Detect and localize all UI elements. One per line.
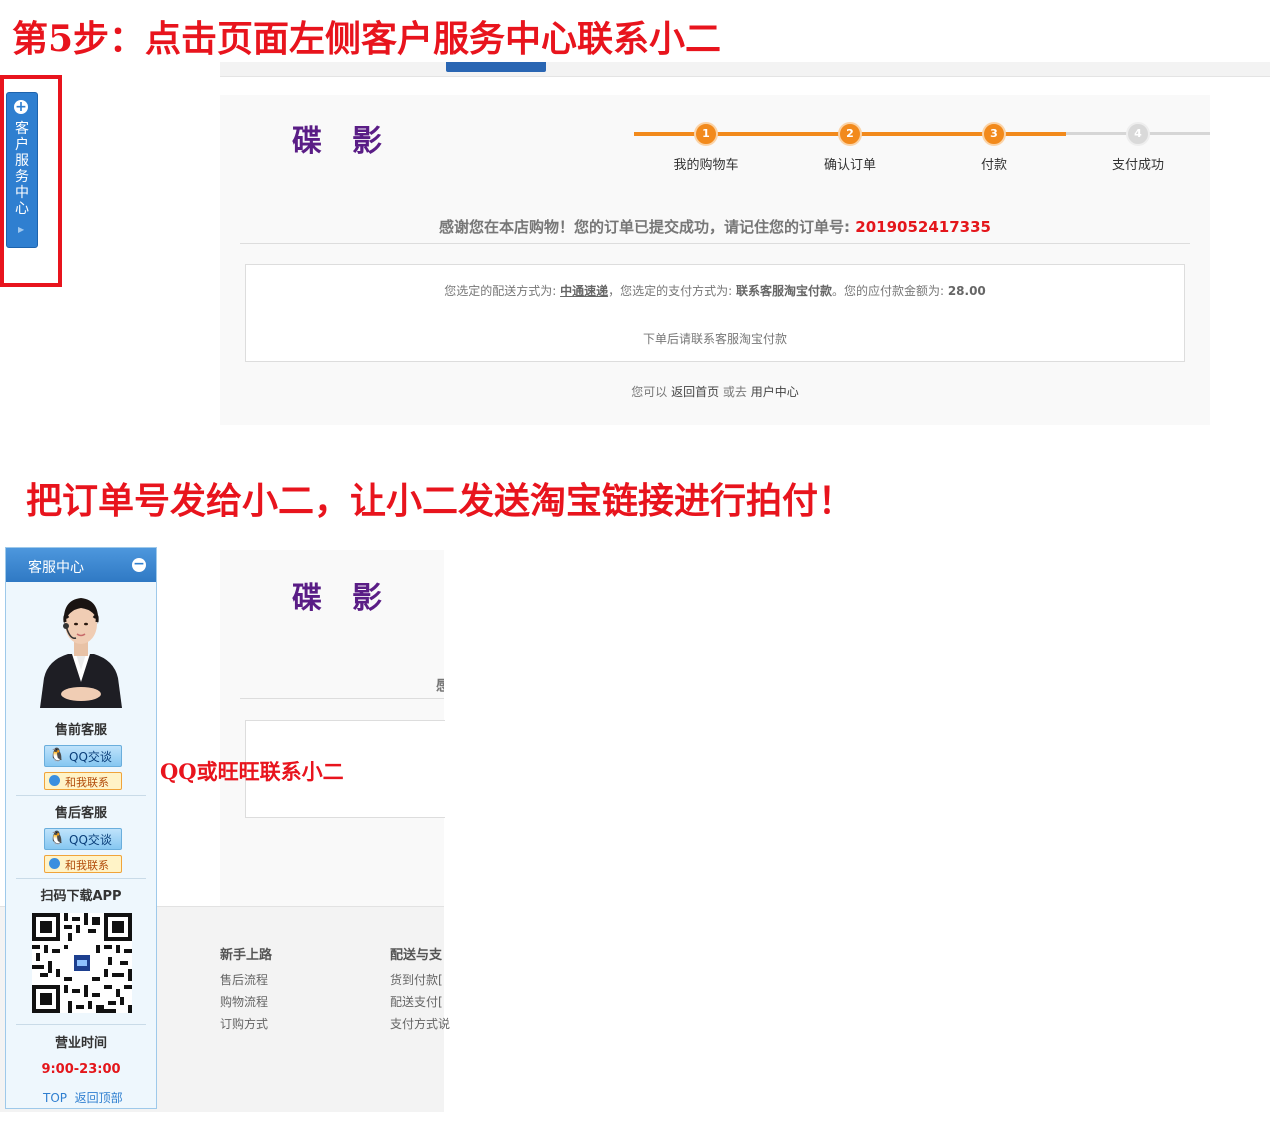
separator bbox=[16, 878, 146, 879]
presale-wangwang-button[interactable]: 和我联系 bbox=[44, 772, 122, 790]
home-link[interactable]: 返回首页 bbox=[671, 385, 719, 399]
step-1-label: 我的购物车 bbox=[673, 158, 739, 173]
presale-title: 售前客服 bbox=[54, 723, 107, 738]
top-toolbar bbox=[220, 62, 1270, 77]
qq-button-label: QQ交谈 bbox=[69, 750, 112, 764]
separator bbox=[16, 795, 146, 796]
return-links: 您可以 返回首页 或去 用户中心 bbox=[240, 383, 1190, 400]
step-1-dot: 1 bbox=[694, 122, 718, 146]
agent-avatar bbox=[40, 598, 122, 708]
highlight-box bbox=[0, 75, 62, 287]
return-prefix: 您可以 bbox=[631, 385, 672, 399]
order-details-line: 您选定的配送方式为: 中通速递，您选定的支付方式为: 联系客服淘宝付款。您的应付… bbox=[246, 282, 1184, 299]
minus-circle-icon[interactable]: − bbox=[132, 557, 146, 572]
app-download-title: 扫码下载APP bbox=[40, 889, 122, 904]
qr-code-icon bbox=[32, 913, 132, 1013]
order-number: 2019052417335 bbox=[855, 218, 991, 236]
user-center-link[interactable]: 用户中心 bbox=[751, 385, 799, 399]
site-logo-2[interactable]: 碟影 bbox=[292, 573, 412, 617]
footer-link[interactable]: 货到付款[ bbox=[390, 971, 443, 988]
payment-note: 下单后请联系客服淘宝付款 bbox=[642, 332, 787, 346]
step5-heading: 第5步：点击页面左侧客户服务中心联系小二 bbox=[12, 18, 722, 60]
aftersale-qq-button[interactable]: 🐧 QQ交谈 bbox=[44, 828, 122, 850]
qq-penguin-icon: 🐧 bbox=[49, 748, 66, 763]
qq-annotation: QQ或旺旺联系小二 bbox=[160, 759, 344, 784]
shipping-method: 中通速递 bbox=[560, 284, 609, 298]
customer-service-panel: 客服中心 − 售前客服 🐧 QQ交谈 和我联系 售后客服 🐧 QQ交谈 和我联系 bbox=[5, 547, 157, 1109]
step-3-dot: 3 bbox=[982, 122, 1006, 146]
aftersale-title: 售后客服 bbox=[54, 806, 107, 821]
footer-link[interactable]: 配送支付[ bbox=[390, 993, 443, 1010]
step-3-label: 付款 bbox=[980, 158, 1008, 173]
footer-link[interactable]: 订购方式 bbox=[220, 1015, 268, 1032]
top-label: TOP bbox=[43, 1091, 68, 1105]
step-2-dot: 2 bbox=[838, 122, 862, 146]
back-to-top-link[interactable]: TOP 返回顶部 bbox=[43, 1089, 123, 1106]
divider bbox=[240, 243, 1190, 244]
business-hours: 9:00-23:00 bbox=[41, 1062, 121, 1077]
top-link[interactable] bbox=[556, 60, 560, 72]
order-info-box: 您选定的配送方式为: 中通速递，您选定的支付方式为: 联系客服淘宝付款。您的应付… bbox=[245, 264, 1185, 362]
step-4-dot: 4 bbox=[1126, 122, 1150, 146]
aftersale-wangwang-button[interactable]: 和我联系 bbox=[44, 855, 122, 873]
divider-2 bbox=[240, 698, 444, 699]
thanks-text: 感谢您在本店购物！您的订单已提交成功，请记住您的订单号: bbox=[439, 218, 856, 236]
shipping-prefix: 您选定的配送方式为: bbox=[444, 284, 561, 298]
footer-link[interactable]: 购物流程 bbox=[220, 993, 268, 1010]
footer-link[interactable]: 支付方式说 bbox=[390, 1015, 450, 1032]
wangwang-icon bbox=[49, 775, 60, 786]
payment-prefix: ，您选定的支付方式为: bbox=[608, 284, 736, 298]
footer-col1-title: 新手上路 bbox=[220, 948, 273, 963]
separator bbox=[16, 1024, 146, 1025]
presale-qq-button[interactable]: 🐧 QQ交谈 bbox=[44, 745, 122, 767]
payment-method: 联系客服淘宝付款 bbox=[735, 284, 832, 298]
wangwang-icon bbox=[49, 858, 60, 869]
customer-service-title: 客服中心 bbox=[28, 560, 84, 576]
instruction-heading: 把订单号发给小二，让小二发送淘宝链接进行拍付！ bbox=[26, 480, 855, 522]
step-2-label: 确认订单 bbox=[823, 158, 877, 173]
qq-penguin-icon: 🐧 bbox=[49, 831, 66, 846]
back-to-top-label: 返回顶部 bbox=[74, 1091, 123, 1105]
step-4-label: 支付成功 bbox=[1111, 158, 1165, 173]
site-logo[interactable]: 碟影 bbox=[292, 116, 412, 160]
or-text: 或去 bbox=[719, 385, 751, 399]
wangwang-button-label: 和我联系 bbox=[65, 859, 109, 872]
footer-col2-title: 配送与支 bbox=[390, 948, 443, 963]
customer-service-header: 客服中心 − bbox=[6, 548, 156, 582]
login-button[interactable] bbox=[446, 62, 546, 72]
amount-prefix: 。您的应付款金额为: bbox=[831, 284, 948, 298]
thanks-text-cropped: 感 bbox=[436, 676, 444, 692]
footer-link[interactable]: 售后流程 bbox=[220, 971, 268, 988]
qq-button-label: QQ交谈 bbox=[69, 833, 112, 847]
business-hours-title: 营业时间 bbox=[54, 1036, 107, 1051]
wangwang-button-label: 和我联系 bbox=[65, 776, 109, 789]
order-amount: 28.00 bbox=[947, 284, 986, 298]
order-success-message: 感谢您在本店购物！您的订单已提交成功，请记住您的订单号: 20190524173… bbox=[240, 216, 1190, 237]
